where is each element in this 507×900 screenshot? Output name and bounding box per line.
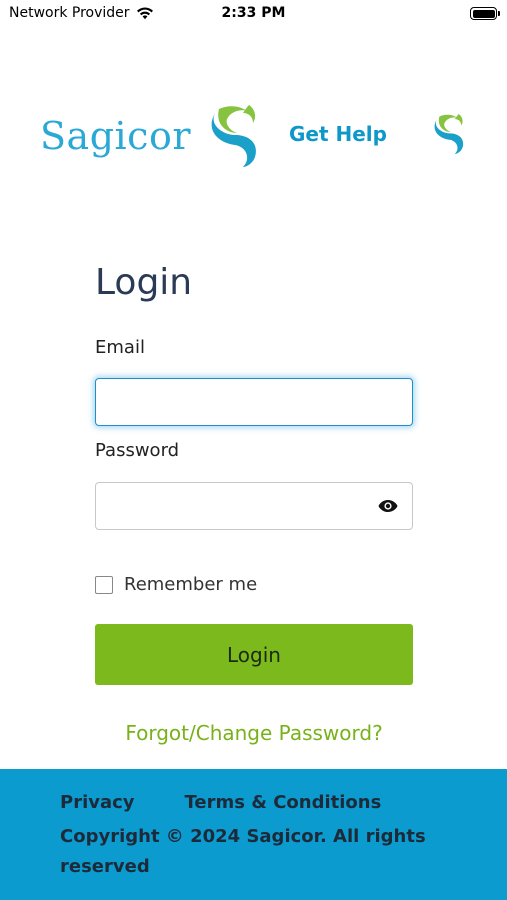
status-bar: Network Provider 2:33 PM bbox=[0, 0, 507, 28]
forgot-password-link[interactable]: Forgot/Change Password? bbox=[95, 721, 413, 745]
terms-link[interactable]: Terms & Conditions bbox=[185, 792, 382, 813]
remember-me-row[interactable]: Remember me bbox=[95, 574, 257, 595]
remember-me-label[interactable]: Remember me bbox=[124, 574, 257, 595]
sagicor-s-mark-icon bbox=[211, 105, 256, 167]
eye-icon[interactable] bbox=[378, 499, 398, 513]
status-time: 2:33 PM bbox=[221, 5, 286, 21]
get-help-link[interactable]: Get Help bbox=[289, 122, 387, 146]
footer: Privacy Terms & Conditions Copyright © 2… bbox=[0, 769, 507, 900]
login-form: Login Email Password Remember me Login F… bbox=[95, 262, 413, 745]
email-field[interactable] bbox=[96, 379, 412, 425]
page-title: Login bbox=[95, 262, 193, 303]
remember-me-checkbox[interactable] bbox=[95, 575, 113, 594]
privacy-link[interactable]: Privacy bbox=[60, 792, 135, 813]
email-label: Email bbox=[95, 337, 145, 358]
password-field-wrapper bbox=[95, 482, 413, 530]
battery-icon bbox=[470, 7, 500, 20]
app-header: Sagicor Get Help bbox=[0, 100, 507, 170]
sagicor-s-mark-icon-small bbox=[434, 114, 464, 154]
logo-text: Sagicor bbox=[40, 114, 191, 158]
password-label: Password bbox=[95, 440, 180, 461]
copyright-text: Copyright © 2024 Sagicor. All rights res… bbox=[60, 826, 426, 877]
login-button[interactable]: Login bbox=[95, 624, 413, 685]
footer-links: Privacy Terms & Conditions bbox=[60, 792, 381, 813]
email-field-wrapper bbox=[95, 378, 413, 426]
sagicor-logo: Sagicor bbox=[40, 105, 263, 167]
password-field[interactable] bbox=[96, 483, 412, 529]
